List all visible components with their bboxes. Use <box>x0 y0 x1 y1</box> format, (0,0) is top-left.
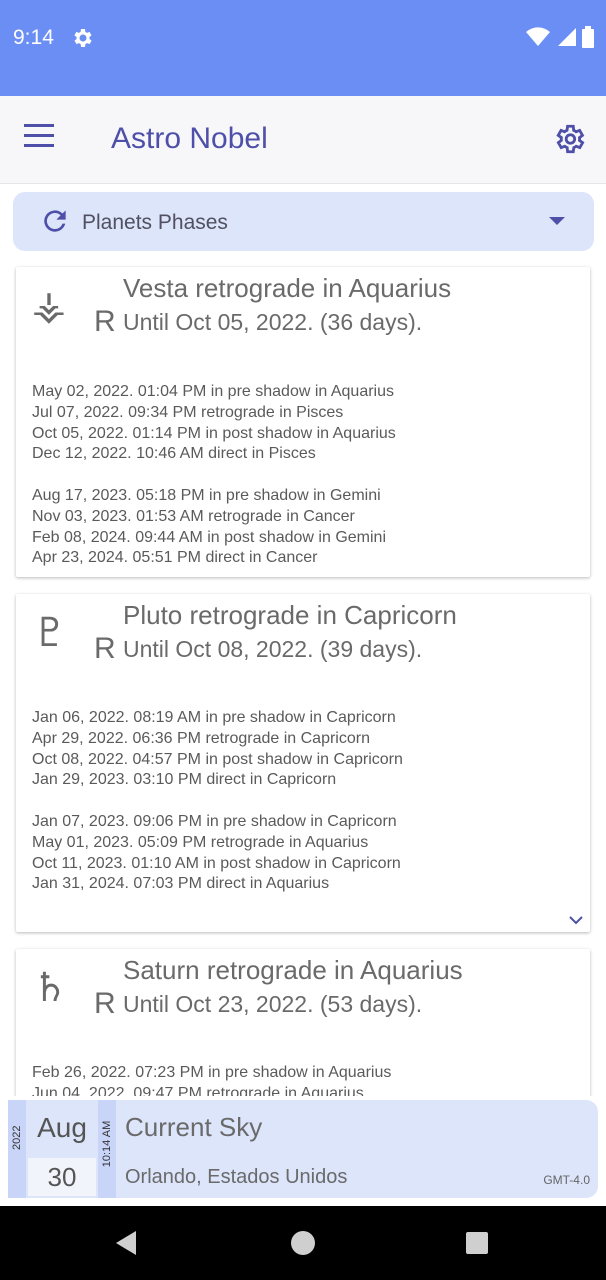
event-item: May 02, 2022. 01:04 PM in pre shadow in … <box>32 383 394 400</box>
event-item: Apr 23, 2024. 05:51 PM direct in Cancer <box>32 549 318 567</box>
settings-icon[interactable] <box>552 122 586 156</box>
pluto-retrograde-icon: ♇ R <box>32 610 116 665</box>
timezone-label: GMT-4.0 <box>543 1173 590 1187</box>
event-list: Aug 17, 2023. 05:18 PM in pre shadow in … <box>32 486 386 569</box>
event-list: May 02, 2022. 01:04 PM in pre shadow in … <box>32 382 396 465</box>
current-sky-panel[interactable]: 2022 Aug 30 10:14 AM Current Sky Orlando… <box>8 1100 598 1198</box>
phases-list[interactable]: ⚶ R Vesta retrograde in Aquarius Until O… <box>0 258 606 1096</box>
app-title: Astro Nobel <box>111 122 268 155</box>
event-list: Jan 06, 2022. 08:19 AM in pre shadow in … <box>32 708 403 791</box>
status-bar: 9:14 <box>0 0 606 96</box>
refresh-icon[interactable] <box>39 205 71 237</box>
event-item: Oct 05, 2022. 01:14 PM in post shadow in… <box>32 424 396 442</box>
wifi-icon <box>526 27 550 46</box>
navigation-bar <box>0 1206 606 1280</box>
vesta-retrograde-icon: ⚶ R <box>32 283 116 338</box>
event-item: Jul 07, 2022. 09:34 PM retrograde in Pis… <box>32 403 344 421</box>
home-icon[interactable] <box>291 1231 315 1255</box>
card-until: Until Oct 23, 2022. (53 days). <box>123 991 423 1017</box>
event-list: Jan 07, 2023. 09:06 PM in pre shadow in … <box>32 812 401 895</box>
event-item: Aug 17, 2023. 05:18 PM in pre shadow in … <box>32 487 381 504</box>
event-item: Oct 11, 2023. 01:10 AM in post shadow in… <box>32 854 401 872</box>
event-item: Jan 29, 2023. 03:10 PM direct in Caprico… <box>32 771 337 789</box>
event-item: Jun 04, 2022. 09:47 PM retrograde in Aqu… <box>32 1084 364 1096</box>
card-until: Until Oct 08, 2022. (39 days). <box>123 636 423 662</box>
dropdown-selected: Planets Phases <box>82 211 228 234</box>
app-bar: Astro Nobel <box>0 96 606 184</box>
month-label: Aug <box>37 1112 87 1143</box>
event-item: Jan 07, 2023. 09:06 PM in pre shadow in … <box>32 813 397 830</box>
card-title: Vesta retrograde in Aquarius <box>123 273 452 303</box>
retrograde-card[interactable]: ♇ R Pluto retrograde in Capricorn Until … <box>16 594 590 932</box>
event-item: Apr 29, 2022. 06:36 PM retrograde in Cap… <box>32 729 370 747</box>
year-label: 2022 <box>8 1100 26 1198</box>
phase-dropdown[interactable]: Planets Phases <box>13 192 594 251</box>
event-item: Dec 12, 2022. 10:46 AM direct in Pisces <box>32 445 316 463</box>
back-icon[interactable] <box>116 1231 136 1255</box>
location-label: Orlando, Estados Unidos <box>125 1166 348 1188</box>
card-until: Until Oct 05, 2022. (36 days). <box>123 309 423 335</box>
card-title: Pluto retrograde in Capricorn <box>123 600 457 630</box>
time-label: 10:14 AM <box>98 1100 116 1198</box>
event-item: Jan 06, 2022. 08:19 AM in pre shadow in … <box>32 709 396 726</box>
settings-status-icon <box>74 29 92 47</box>
signal-icon <box>558 28 576 46</box>
chevron-down-icon[interactable] <box>568 914 584 926</box>
event-item: Feb 26, 2022. 07:23 PM in pre shadow in … <box>32 1064 392 1081</box>
event-item: Jan 31, 2024. 07:03 PM direct in Aquariu… <box>32 875 330 893</box>
event-item: Oct 08, 2022. 04:57 PM in post shadow in… <box>32 750 403 768</box>
event-item: May 01, 2023. 05:09 PM retrograde in Aqu… <box>32 833 369 851</box>
retrograde-card[interactable]: ⚶ R Vesta retrograde in Aquarius Until O… <box>16 267 590 577</box>
event-list: Feb 26, 2022. 07:23 PM in pre shadow in … <box>32 1063 391 1096</box>
card-title: Saturn retrograde in Aquarius <box>123 955 463 985</box>
event-item: Feb 08, 2024. 09:44 AM in post shadow in… <box>32 528 386 546</box>
status-time: 9:14 <box>13 26 54 49</box>
recents-icon[interactable] <box>466 1232 488 1254</box>
chevron-down-icon <box>549 217 565 225</box>
menu-icon[interactable] <box>24 124 62 156</box>
status-icons <box>526 26 594 48</box>
saturn-retrograde-icon: ♄ R <box>32 965 116 1020</box>
retrograde-card[interactable]: ♄ R Saturn retrograde in Aquarius Until … <box>16 949 590 1096</box>
battery-icon <box>582 26 594 48</box>
day-label: 30 <box>28 1158 96 1196</box>
current-sky-title: Current Sky <box>125 1112 263 1142</box>
event-item: Nov 03, 2023. 01:53 AM retrograde in Can… <box>32 507 355 525</box>
